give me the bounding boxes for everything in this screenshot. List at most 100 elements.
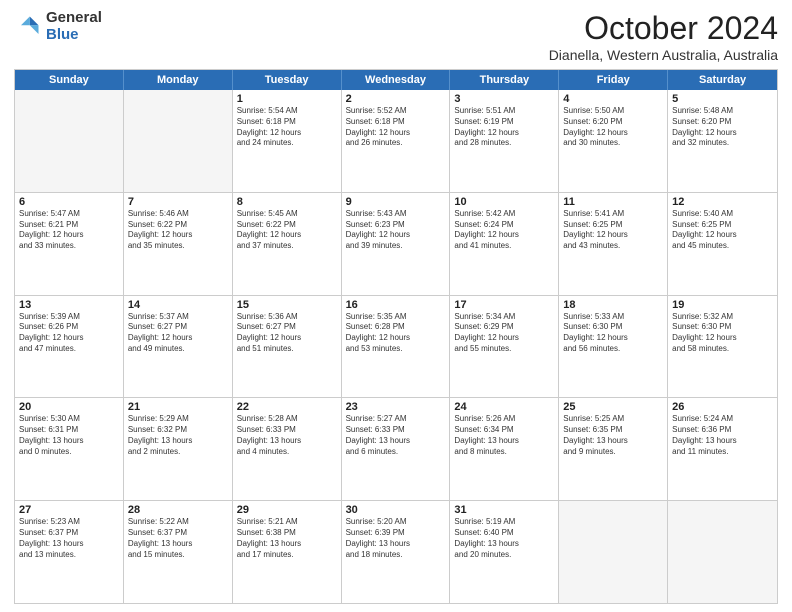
day-number: 18 <box>563 299 663 311</box>
cell-info: Sunrise: 5:54 AM Sunset: 6:18 PM Dayligh… <box>237 106 337 149</box>
cell-info: Sunrise: 5:20 AM Sunset: 6:39 PM Dayligh… <box>346 517 446 560</box>
cell-info: Sunrise: 5:28 AM Sunset: 6:33 PM Dayligh… <box>237 414 337 457</box>
calendar-cell-0-1 <box>124 90 233 192</box>
calendar-cell-3-0: 20Sunrise: 5:30 AM Sunset: 6:31 PM Dayli… <box>15 398 124 500</box>
location: Dianella, Western Australia, Australia <box>549 47 778 63</box>
cell-info: Sunrise: 5:27 AM Sunset: 6:33 PM Dayligh… <box>346 414 446 457</box>
day-number: 25 <box>563 401 663 413</box>
weekday-header-tuesday: Tuesday <box>233 70 342 90</box>
weekday-header-thursday: Thursday <box>450 70 559 90</box>
day-number: 11 <box>563 196 663 208</box>
day-number: 19 <box>672 299 773 311</box>
calendar-cell-4-1: 28Sunrise: 5:22 AM Sunset: 6:37 PM Dayli… <box>124 501 233 603</box>
calendar-cell-2-4: 17Sunrise: 5:34 AM Sunset: 6:29 PM Dayli… <box>450 296 559 398</box>
day-number: 8 <box>237 196 337 208</box>
weekday-header-friday: Friday <box>559 70 668 90</box>
calendar-cell-1-5: 11Sunrise: 5:41 AM Sunset: 6:25 PM Dayli… <box>559 193 668 295</box>
day-number: 15 <box>237 299 337 311</box>
cell-info: Sunrise: 5:43 AM Sunset: 6:23 PM Dayligh… <box>346 209 446 252</box>
day-number: 5 <box>672 93 773 105</box>
day-number: 13 <box>19 299 119 311</box>
calendar-cell-4-3: 30Sunrise: 5:20 AM Sunset: 6:39 PM Dayli… <box>342 501 451 603</box>
weekday-header-wednesday: Wednesday <box>342 70 451 90</box>
cell-info: Sunrise: 5:29 AM Sunset: 6:32 PM Dayligh… <box>128 414 228 457</box>
cell-info: Sunrise: 5:22 AM Sunset: 6:37 PM Dayligh… <box>128 517 228 560</box>
day-number: 30 <box>346 504 446 516</box>
day-number: 12 <box>672 196 773 208</box>
day-number: 31 <box>454 504 554 516</box>
calendar-cell-4-6 <box>668 501 777 603</box>
calendar-cell-1-6: 12Sunrise: 5:40 AM Sunset: 6:25 PM Dayli… <box>668 193 777 295</box>
day-number: 28 <box>128 504 228 516</box>
calendar-cell-1-2: 8Sunrise: 5:45 AM Sunset: 6:22 PM Daylig… <box>233 193 342 295</box>
cell-info: Sunrise: 5:51 AM Sunset: 6:19 PM Dayligh… <box>454 106 554 149</box>
day-number: 17 <box>454 299 554 311</box>
day-number: 10 <box>454 196 554 208</box>
cell-info: Sunrise: 5:35 AM Sunset: 6:28 PM Dayligh… <box>346 312 446 355</box>
calendar-cell-0-0 <box>15 90 124 192</box>
calendar-cell-0-4: 3Sunrise: 5:51 AM Sunset: 6:19 PM Daylig… <box>450 90 559 192</box>
title-block: October 2024 Dianella, Western Australia… <box>549 10 778 63</box>
cell-info: Sunrise: 5:42 AM Sunset: 6:24 PM Dayligh… <box>454 209 554 252</box>
calendar-cell-2-1: 14Sunrise: 5:37 AM Sunset: 6:27 PM Dayli… <box>124 296 233 398</box>
cell-info: Sunrise: 5:19 AM Sunset: 6:40 PM Dayligh… <box>454 517 554 560</box>
day-number: 7 <box>128 196 228 208</box>
calendar-cell-0-6: 5Sunrise: 5:48 AM Sunset: 6:20 PM Daylig… <box>668 90 777 192</box>
cell-info: Sunrise: 5:37 AM Sunset: 6:27 PM Dayligh… <box>128 312 228 355</box>
calendar-row-4: 27Sunrise: 5:23 AM Sunset: 6:37 PM Dayli… <box>15 501 777 603</box>
day-number: 14 <box>128 299 228 311</box>
day-number: 16 <box>346 299 446 311</box>
logo-general-text: General <box>46 10 102 27</box>
calendar-cell-1-3: 9Sunrise: 5:43 AM Sunset: 6:23 PM Daylig… <box>342 193 451 295</box>
calendar-cell-2-2: 15Sunrise: 5:36 AM Sunset: 6:27 PM Dayli… <box>233 296 342 398</box>
day-number: 6 <box>19 196 119 208</box>
day-number: 26 <box>672 401 773 413</box>
calendar-cell-2-0: 13Sunrise: 5:39 AM Sunset: 6:26 PM Dayli… <box>15 296 124 398</box>
day-number: 9 <box>346 196 446 208</box>
logo-icon <box>14 13 42 41</box>
cell-info: Sunrise: 5:36 AM Sunset: 6:27 PM Dayligh… <box>237 312 337 355</box>
weekday-header-sunday: Sunday <box>15 70 124 90</box>
cell-info: Sunrise: 5:52 AM Sunset: 6:18 PM Dayligh… <box>346 106 446 149</box>
cell-info: Sunrise: 5:32 AM Sunset: 6:30 PM Dayligh… <box>672 312 773 355</box>
weekday-header-saturday: Saturday <box>668 70 777 90</box>
day-number: 22 <box>237 401 337 413</box>
cell-info: Sunrise: 5:47 AM Sunset: 6:21 PM Dayligh… <box>19 209 119 252</box>
calendar-cell-0-5: 4Sunrise: 5:50 AM Sunset: 6:20 PM Daylig… <box>559 90 668 192</box>
calendar-cell-3-6: 26Sunrise: 5:24 AM Sunset: 6:36 PM Dayli… <box>668 398 777 500</box>
cell-info: Sunrise: 5:40 AM Sunset: 6:25 PM Dayligh… <box>672 209 773 252</box>
logo: General Blue <box>14 10 102 43</box>
calendar-cell-2-5: 18Sunrise: 5:33 AM Sunset: 6:30 PM Dayli… <box>559 296 668 398</box>
weekday-header-monday: Monday <box>124 70 233 90</box>
cell-info: Sunrise: 5:41 AM Sunset: 6:25 PM Dayligh… <box>563 209 663 252</box>
cell-info: Sunrise: 5:26 AM Sunset: 6:34 PM Dayligh… <box>454 414 554 457</box>
calendar-body: 1Sunrise: 5:54 AM Sunset: 6:18 PM Daylig… <box>15 90 777 603</box>
calendar-cell-4-4: 31Sunrise: 5:19 AM Sunset: 6:40 PM Dayli… <box>450 501 559 603</box>
calendar-row-1: 6Sunrise: 5:47 AM Sunset: 6:21 PM Daylig… <box>15 193 777 296</box>
day-number: 21 <box>128 401 228 413</box>
calendar-cell-1-0: 6Sunrise: 5:47 AM Sunset: 6:21 PM Daylig… <box>15 193 124 295</box>
calendar-cell-0-3: 2Sunrise: 5:52 AM Sunset: 6:18 PM Daylig… <box>342 90 451 192</box>
logo-blue-text: Blue <box>46 27 102 44</box>
header: General Blue October 2024 Dianella, West… <box>14 10 778 63</box>
cell-info: Sunrise: 5:33 AM Sunset: 6:30 PM Dayligh… <box>563 312 663 355</box>
day-number: 20 <box>19 401 119 413</box>
day-number: 1 <box>237 93 337 105</box>
calendar-cell-3-5: 25Sunrise: 5:25 AM Sunset: 6:35 PM Dayli… <box>559 398 668 500</box>
cell-info: Sunrise: 5:39 AM Sunset: 6:26 PM Dayligh… <box>19 312 119 355</box>
calendar-header: SundayMondayTuesdayWednesdayThursdayFrid… <box>15 70 777 90</box>
day-number: 27 <box>19 504 119 516</box>
cell-info: Sunrise: 5:21 AM Sunset: 6:38 PM Dayligh… <box>237 517 337 560</box>
calendar-cell-4-2: 29Sunrise: 5:21 AM Sunset: 6:38 PM Dayli… <box>233 501 342 603</box>
calendar-cell-3-3: 23Sunrise: 5:27 AM Sunset: 6:33 PM Dayli… <box>342 398 451 500</box>
day-number: 2 <box>346 93 446 105</box>
calendar-cell-1-1: 7Sunrise: 5:46 AM Sunset: 6:22 PM Daylig… <box>124 193 233 295</box>
cell-info: Sunrise: 5:25 AM Sunset: 6:35 PM Dayligh… <box>563 414 663 457</box>
calendar-cell-2-3: 16Sunrise: 5:35 AM Sunset: 6:28 PM Dayli… <box>342 296 451 398</box>
cell-info: Sunrise: 5:50 AM Sunset: 6:20 PM Dayligh… <box>563 106 663 149</box>
calendar: SundayMondayTuesdayWednesdayThursdayFrid… <box>14 69 778 604</box>
page: General Blue October 2024 Dianella, West… <box>0 0 792 612</box>
month-title: October 2024 <box>549 10 778 47</box>
cell-info: Sunrise: 5:30 AM Sunset: 6:31 PM Dayligh… <box>19 414 119 457</box>
day-number: 4 <box>563 93 663 105</box>
